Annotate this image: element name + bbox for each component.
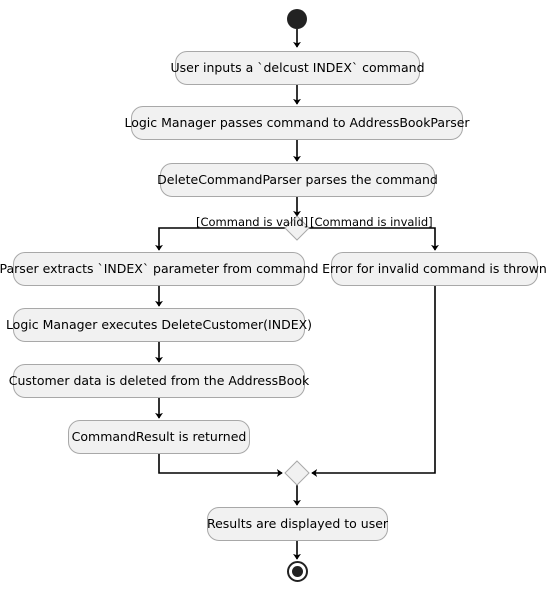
- activity-node-results-displayed[interactable]: Results are displayed to user: [207, 507, 388, 541]
- activity-node-label: CommandResult is returned: [71, 428, 247, 444]
- activity-node-error-invalid-command[interactable]: Error for invalid command is thrown: [322, 252, 547, 286]
- activity-node-execute-delete-customer[interactable]: Logic Manager executes DeleteCustomer(IN…: [6, 308, 312, 342]
- activity-node-label: User inputs a `delcust INDEX` command: [170, 59, 425, 75]
- activity-node-label: Logic Manager passes command to AddressB…: [124, 114, 470, 130]
- activity-node-parser-extracts-index[interactable]: Parser extracts `INDEX` parameter from c…: [0, 252, 318, 286]
- activity-node-label: Logic Manager executes DeleteCustomer(IN…: [5, 316, 313, 332]
- activity-node-user-input[interactable]: User inputs a `delcust INDEX` command: [171, 51, 425, 85]
- merge-diamond-shape: [284, 460, 310, 486]
- end-node-center: [292, 566, 303, 577]
- activity-node-label: Error for invalid command is thrown: [322, 260, 547, 276]
- activity-node-logic-manager-passes[interactable]: Logic Manager passes command to AddressB…: [124, 106, 470, 140]
- activity-diagram-canvas: User inputs a `delcust INDEX` command Lo…: [0, 0, 551, 593]
- activity-node-label: Results are displayed to user: [206, 515, 389, 531]
- branch-label-command-invalid: [Command is invalid]: [310, 215, 433, 229]
- activity-node-customer-data-deleted[interactable]: Customer data is deleted from the Addres…: [9, 364, 309, 398]
- branch-label-command-valid: [Command is valid]: [196, 215, 309, 229]
- activity-node-delete-command-parser[interactable]: DeleteCommandParser parses the command: [157, 163, 438, 197]
- activity-node-label: Parser extracts `INDEX` parameter from c…: [0, 260, 319, 276]
- activity-node-label: Customer data is deleted from the Addres…: [8, 372, 310, 388]
- activity-node-label: DeleteCommandParser parses the command: [157, 171, 438, 187]
- edge-layer: [155, 29, 439, 560]
- activity-node-command-result-returned[interactable]: CommandResult is returned: [68, 420, 250, 454]
- start-node: [287, 9, 307, 29]
